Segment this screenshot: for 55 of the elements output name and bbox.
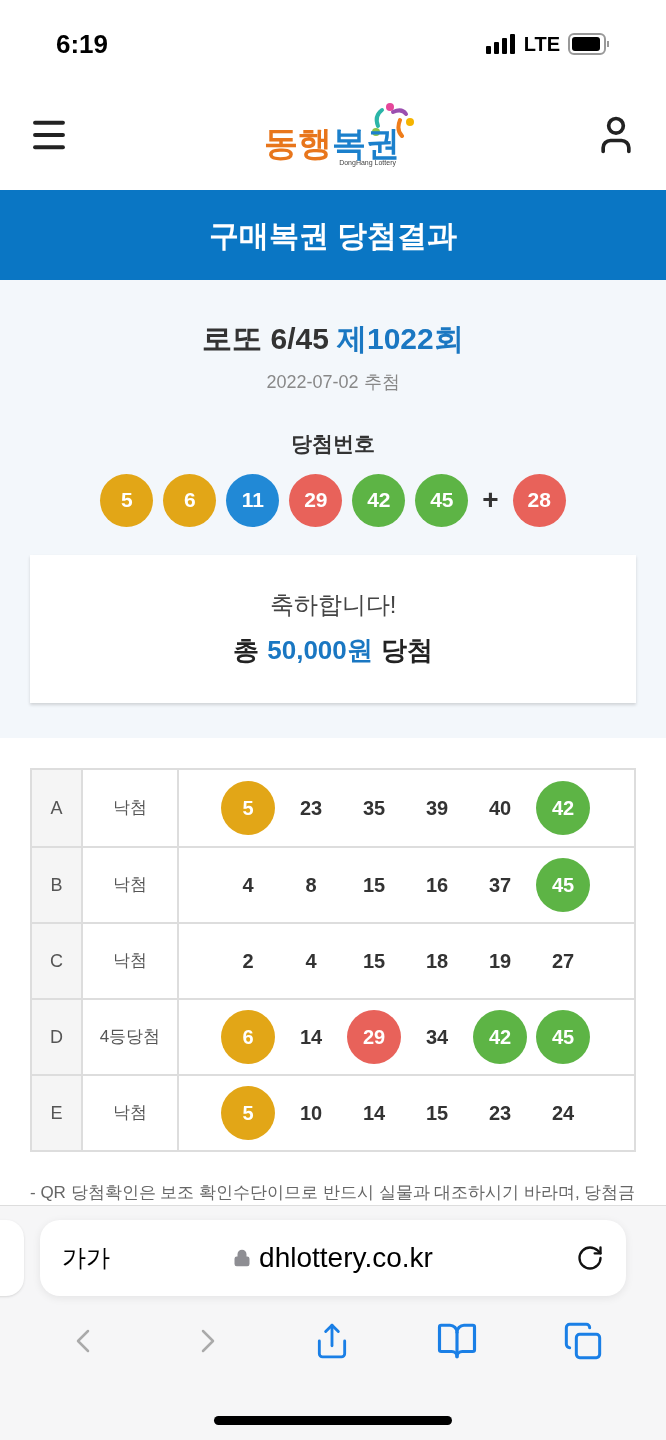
- note-text: - QR 당첨확인은 보조 확인수단이므로 반드시 실물과 대조하시기 바라며, 당첨금: [30, 1182, 636, 1204]
- url-text: dhlottery.co.kr: [259, 1241, 433, 1275]
- game-cell: E: [32, 1076, 83, 1150]
- ticket-number: 40: [487, 796, 513, 821]
- text-size-button[interactable]: 가가: [62, 1240, 110, 1276]
- ticket-number: 35: [361, 796, 387, 821]
- numbers-label: 당첨번호: [291, 431, 375, 457]
- ticket-number: 37: [487, 873, 513, 898]
- game-title: 로또 6/45: [202, 321, 329, 357]
- address-bar[interactable]: 가가 dhlottery.co.kr: [40, 1220, 626, 1296]
- signal-icon: [485, 34, 516, 54]
- ticket-number: 10: [298, 1101, 324, 1126]
- game-cell: A: [32, 770, 83, 846]
- result-cell: 낙첨: [83, 924, 179, 998]
- prize-prefix: 총: [233, 634, 260, 667]
- game-cell: C: [32, 924, 83, 998]
- prize-suffix: 당첨: [380, 634, 433, 667]
- network-label: LTE: [523, 32, 560, 57]
- ticket-number: 34: [424, 1025, 450, 1050]
- draw-round: 제1022회: [337, 321, 464, 357]
- ticket-number: 23: [298, 796, 324, 821]
- logo-text: 복권: [332, 125, 400, 160]
- status-time: 6:19: [56, 27, 109, 61]
- result-cell: 낙첨: [83, 1076, 179, 1150]
- ticket-number: 39: [424, 796, 450, 821]
- battery-icon: [568, 33, 610, 55]
- ticket-number: 8: [304, 873, 318, 898]
- ticket-number: 2: [241, 949, 255, 974]
- plus-sign: +: [482, 483, 499, 517]
- result-cell: 낙첨: [83, 848, 179, 922]
- tabs-icon[interactable]: [563, 1321, 604, 1361]
- ticket-number: 15: [424, 1101, 450, 1126]
- ticket-number: 27: [550, 949, 576, 974]
- banner-title: 구매복권 당첨결과: [208, 217, 458, 254]
- lock-icon: [233, 1249, 252, 1267]
- ticket-number: 19: [487, 949, 513, 974]
- game-cell: B: [32, 848, 83, 922]
- ticket-number: 24: [550, 1101, 576, 1126]
- game-cell: D: [32, 1000, 83, 1074]
- ticket-number: 15: [361, 949, 387, 974]
- result-cell: 낙첨: [83, 770, 179, 846]
- greeting-text: 축하합니다!: [269, 590, 397, 620]
- ticket-number: 4: [304, 949, 318, 974]
- ticket-number: 23: [487, 1101, 513, 1126]
- ticket-number: 15: [361, 873, 387, 898]
- ticket-number: 14: [361, 1101, 387, 1126]
- ticket-number: 4: [241, 873, 255, 898]
- prize-amount: 50,000원: [267, 634, 373, 667]
- reload-icon[interactable]: [576, 1244, 604, 1272]
- draw-date: 2022-07-02 추첨: [266, 371, 400, 394]
- logo-text: 동행: [264, 125, 332, 160]
- ticket-number: 18: [424, 949, 450, 974]
- ticket-number: 14: [298, 1025, 324, 1050]
- result-cell: 4등당첨: [83, 1000, 179, 1074]
- ticket-number: 16: [424, 873, 450, 898]
